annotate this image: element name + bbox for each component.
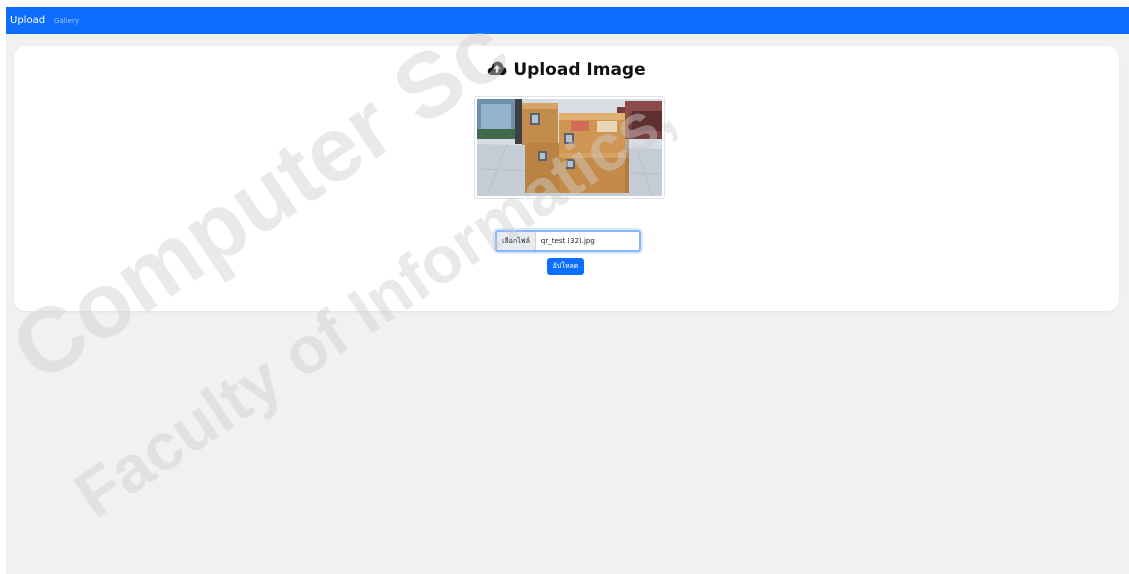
- choose-file-button[interactable]: เลือกไฟล์: [497, 232, 536, 250]
- file-input-group[interactable]: เลือกไฟล์ qr_test (32).jpg: [495, 230, 641, 252]
- image-preview: [474, 96, 665, 199]
- upload-button[interactable]: อัปโหลด: [547, 258, 584, 275]
- cloud-upload-icon: [487, 60, 507, 80]
- preview-photo: [477, 99, 662, 196]
- upload-card: Upload Image เลือกไฟล์ qr_test (32).jpg …: [14, 46, 1119, 311]
- page-title: Upload Image: [14, 60, 1119, 80]
- selected-file-name: qr_test (32).jpg: [540, 237, 595, 245]
- nav-gallery-link[interactable]: Gallery: [54, 17, 79, 25]
- app-viewport: Upload Gallery Upload Image เลือกไฟล์ qr…: [6, 7, 1129, 574]
- page-title-text: Upload Image: [513, 60, 646, 80]
- nav-upload-link[interactable]: Upload: [10, 15, 45, 26]
- top-navbar: Upload Gallery: [6, 7, 1129, 34]
